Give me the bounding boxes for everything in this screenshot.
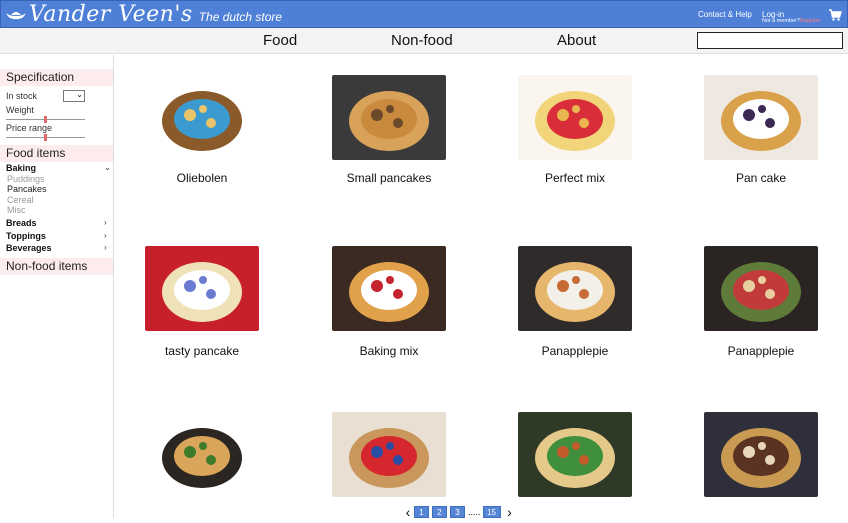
- chevron-right-icon[interactable]: ›: [104, 218, 107, 227]
- specification-heading: Specification: [0, 69, 113, 86]
- product-image[interactable]: [145, 246, 259, 331]
- in-stock-select[interactable]: ⌄: [63, 90, 85, 102]
- product-name[interactable]: Panapplepie: [482, 344, 668, 358]
- category-toppings[interactable]: Toppings: [6, 231, 46, 241]
- next-page-icon[interactable]: ›: [504, 505, 516, 519]
- site-header: Vander Veen's The dutch store Contact & …: [0, 0, 848, 28]
- not-member-text: Not a member?: [762, 18, 800, 24]
- product-image[interactable]: [332, 246, 446, 331]
- weight-slider-handle[interactable]: [44, 116, 47, 123]
- price-range-slider[interactable]: [6, 134, 85, 141]
- product-name[interactable]: Perfect mix: [482, 171, 668, 185]
- product-name[interactable]: Small pancakes: [296, 171, 482, 185]
- product-image[interactable]: [518, 75, 632, 160]
- nav-food[interactable]: Food: [263, 32, 297, 49]
- category-baking[interactable]: Baking: [6, 163, 36, 173]
- subcategory-cereal[interactable]: Cereal: [7, 195, 34, 205]
- non-food-heading[interactable]: Non-food items: [0, 258, 113, 275]
- page-button-last[interactable]: 15: [482, 506, 501, 518]
- brand-tagline: The dutch store: [198, 10, 283, 24]
- product-image[interactable]: [518, 246, 632, 331]
- weight-slider[interactable]: [6, 116, 85, 123]
- register-link[interactable]: Register: [800, 18, 820, 24]
- chevron-right-icon[interactable]: ›: [104, 243, 107, 252]
- page-button-3[interactable]: 3: [450, 506, 465, 518]
- dutch-hat-icon: [6, 12, 26, 20]
- nav-about[interactable]: About: [557, 32, 596, 49]
- page-button-1[interactable]: 1: [414, 506, 429, 518]
- brand-logo[interactable]: Vander Veen's The dutch store: [5, 3, 282, 27]
- chevron-down-icon: ⌄: [76, 90, 83, 99]
- price-slider-handle[interactable]: [44, 134, 47, 141]
- brand-name: Vander Veen's: [29, 2, 193, 27]
- product-name[interactable]: Oliebolen: [109, 171, 295, 185]
- search-input[interactable]: [697, 32, 843, 49]
- subcategory-misc[interactable]: Misc: [7, 205, 26, 215]
- product-image[interactable]: [145, 75, 259, 160]
- prev-page-icon[interactable]: ‹: [402, 505, 414, 519]
- subcategory-puddings[interactable]: Puddings: [7, 174, 45, 184]
- filter-sidebar: Specification In stock ⌄ Weight Price ra…: [0, 55, 114, 518]
- shopping-cart-icon[interactable]: [828, 8, 842, 22]
- price-range-label: Price range: [6, 123, 53, 133]
- product-image[interactable]: [704, 246, 818, 331]
- register-prompt: Not a member?Register: [762, 18, 820, 24]
- product-image[interactable]: [332, 75, 446, 160]
- category-beverages[interactable]: Beverages: [6, 243, 52, 253]
- product-image[interactable]: [518, 412, 632, 497]
- product-image[interactable]: [145, 412, 259, 497]
- page-button-2[interactable]: 2: [432, 506, 447, 518]
- category-breads[interactable]: Breads: [6, 218, 37, 228]
- food-items-heading: Food items: [0, 145, 113, 162]
- main-nav: Food Non-food About: [0, 28, 848, 54]
- product-image[interactable]: [332, 412, 446, 497]
- product-name[interactable]: tasty pancake: [109, 344, 295, 358]
- pagination: ‹ 1 2 3 ..... 15 ›: [402, 505, 516, 519]
- subcategory-pancakes[interactable]: Pancakes: [7, 184, 47, 194]
- contact-help-link[interactable]: Contact & Help: [698, 10, 752, 19]
- in-stock-label: In stock: [6, 91, 38, 101]
- nav-non-food[interactable]: Non-food: [391, 32, 453, 49]
- product-image[interactable]: [704, 75, 818, 160]
- weight-label: Weight: [6, 105, 34, 115]
- product-image[interactable]: [704, 412, 818, 497]
- product-name[interactable]: Pan cake: [668, 171, 848, 185]
- product-name[interactable]: Panapplepie: [668, 344, 848, 358]
- chevron-right-icon[interactable]: ›: [104, 231, 107, 240]
- product-name[interactable]: Baking mix: [296, 344, 482, 358]
- page-ellipsis: .....: [468, 507, 481, 517]
